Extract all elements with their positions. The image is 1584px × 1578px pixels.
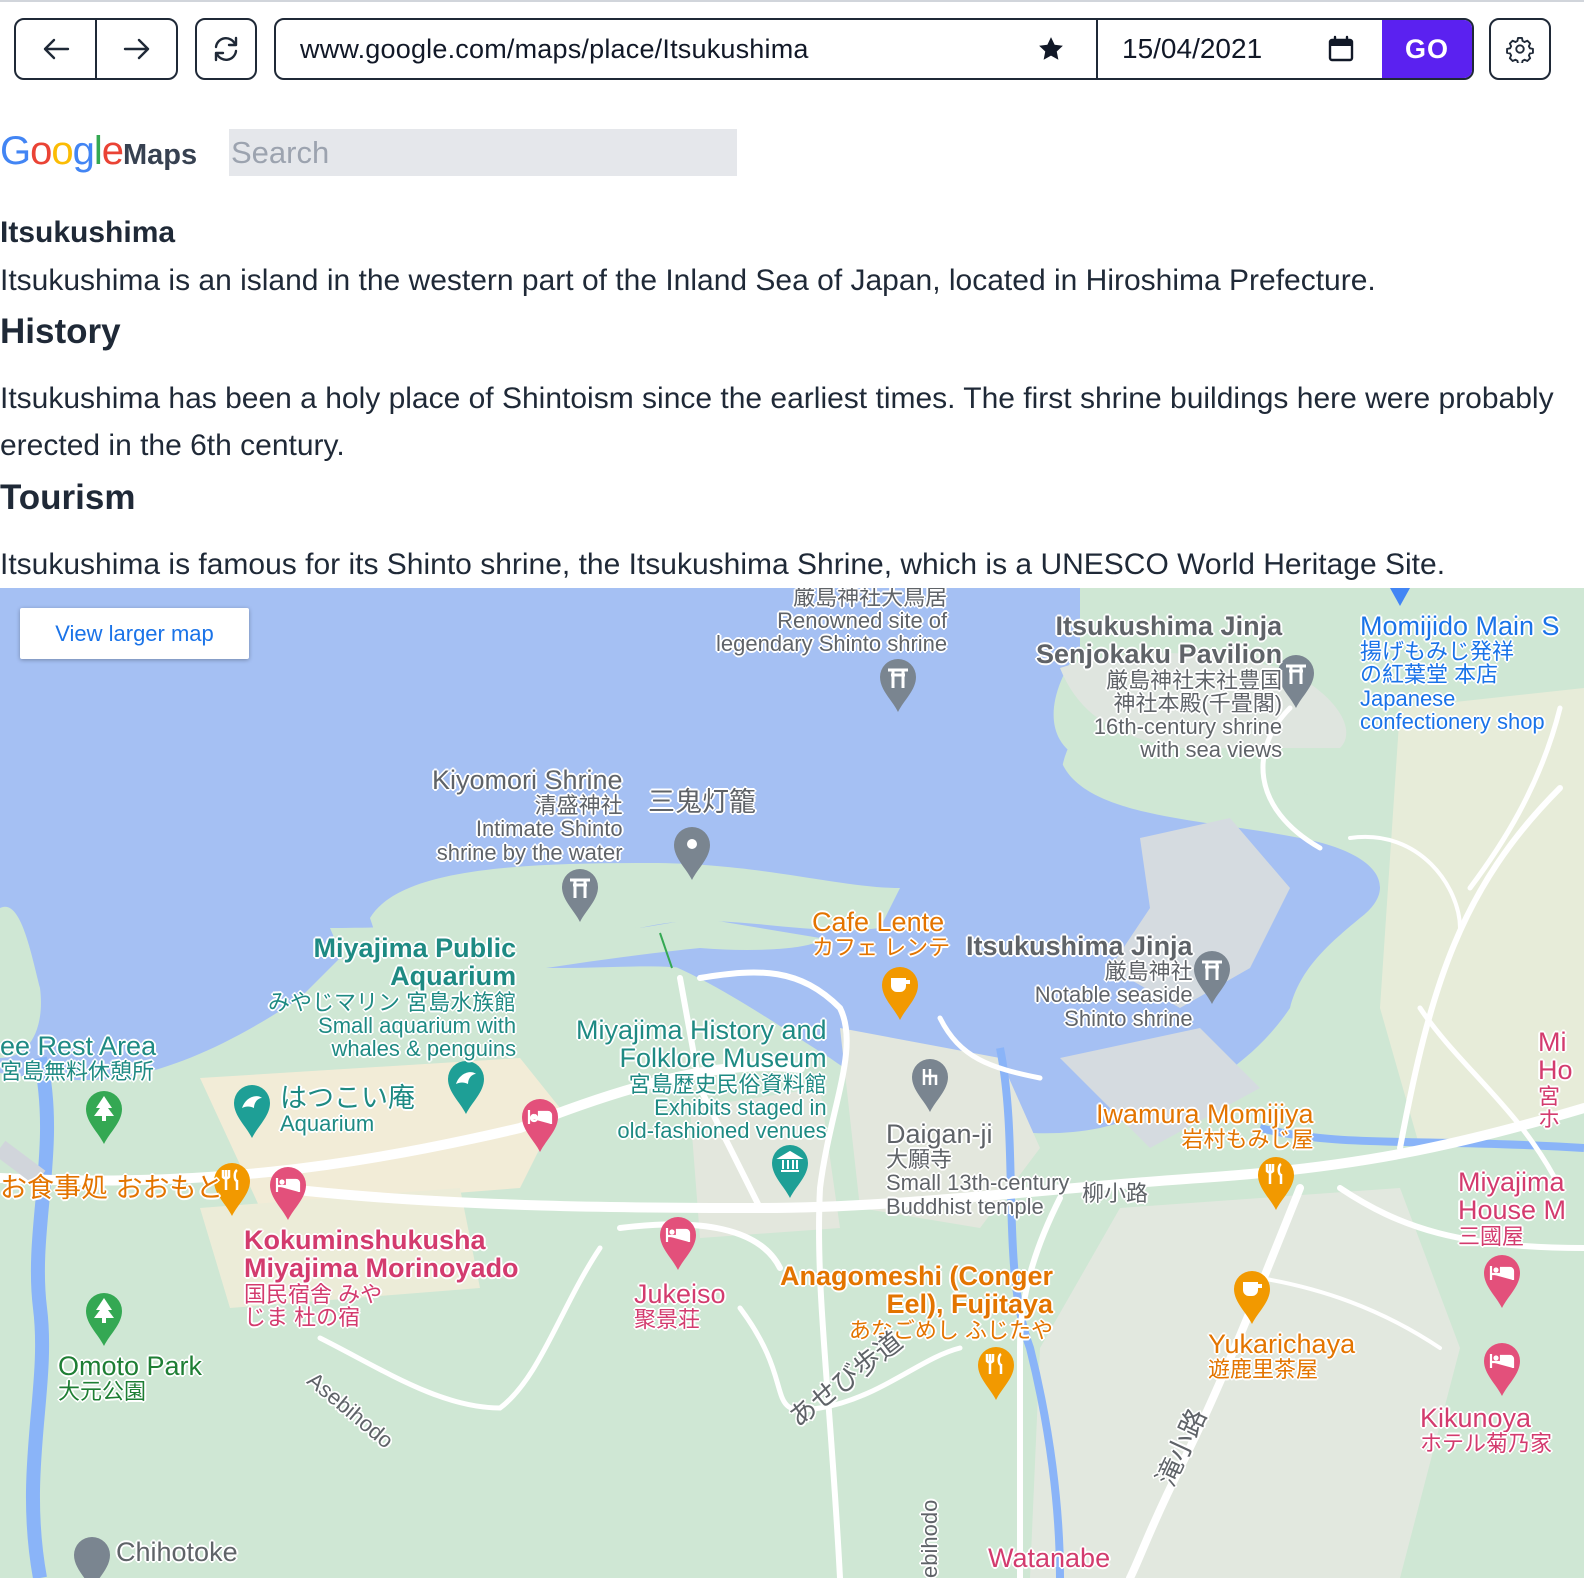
- kikunoya-pin-icon[interactable]: [1482, 1340, 1522, 1398]
- brand: Google Maps: [0, 126, 197, 176]
- hatsukoi-label[interactable]: はつこい庵 Aquarium: [280, 1084, 415, 1136]
- arrow-left-icon: [43, 38, 69, 60]
- watanabe-label[interactable]: Watanabe: [988, 1544, 1110, 1573]
- kiyomori-label[interactable]: Kiyomori Shrine 清盛神社 Intimate Shinto shrine…: [432, 766, 623, 864]
- view-larger-map-button[interactable]: View larger map: [20, 608, 249, 659]
- iwamura-label[interactable]: Iwamura Momijiya 岩村もみじ屋: [1096, 1100, 1314, 1152]
- tourism-heading: Tourism: [0, 478, 136, 517]
- hotel-pin-icon[interactable]: [520, 1096, 560, 1154]
- itsukushima-jinja-pin-icon[interactable]: [1192, 948, 1232, 1006]
- itsukushima-jinja-label[interactable]: Itsukushima Jinja 厳島神社 Notable seaside Shin…: [966, 932, 1193, 1030]
- back-button[interactable]: [16, 20, 95, 78]
- fujitaya-restaurant-pin-icon[interactable]: [976, 1344, 1016, 1402]
- aquarium-label[interactable]: Miyajima Public Aquarium みやじマリン 宮島水族館 Small…: [268, 934, 516, 1060]
- ebihodo-road-label: ebihodo: [917, 1499, 942, 1578]
- gear-icon: [1506, 36, 1534, 63]
- history-buttons: [14, 18, 178, 80]
- miyajima-house-label[interactable]: Miyajima House M 三國屋: [1458, 1168, 1566, 1248]
- history-heading: History: [0, 312, 121, 351]
- place-intro: Itsukushima is an island in the western …: [0, 264, 1376, 297]
- nav-arrow-icon: [1390, 588, 1410, 606]
- lodging-pin-icon[interactable]: [268, 1164, 308, 1222]
- maps-label: Maps: [123, 138, 198, 171]
- date-input[interactable]: 15/04/2021: [1096, 20, 1382, 78]
- yukarichaya-label[interactable]: Yukarichaya 遊鹿里茶屋: [1208, 1330, 1355, 1382]
- browser-toolbar: www.google.com/maps/place/Itsukushima 15…: [0, 0, 1584, 100]
- arrow-right-icon: [123, 38, 149, 60]
- star-icon: [1039, 37, 1063, 60]
- kokuminshukusha-label[interactable]: Kokuminshukusha Miyajima Morinoyado 国民宿舎 み…: [244, 1226, 519, 1329]
- map-embed[interactable]: View larger map 厳島神社大鳥居 Renowned site of l…: [0, 588, 1584, 1578]
- museum-label[interactable]: Miyajima History and Folklore Museum 宮島歴史民…: [576, 1016, 827, 1142]
- cafe-pin-icon[interactable]: [880, 964, 920, 1022]
- jukeiso-pin-icon[interactable]: [658, 1214, 698, 1272]
- daiganji-label[interactable]: Daigan-ji 大願寺 Small 13th-century Buddhist t…: [886, 1120, 1069, 1218]
- chihotoke-label[interactable]: Chihotoke: [116, 1538, 238, 1567]
- reload-button[interactable]: [195, 18, 257, 80]
- kiyomori-shrine-pin-icon[interactable]: [560, 866, 600, 924]
- temple-pin-icon[interactable]: [910, 1056, 950, 1114]
- jukeiso-label[interactable]: Jukeiso 聚景荘: [634, 1280, 726, 1332]
- park-pin-icon[interactable]: [84, 1088, 124, 1146]
- omoto-park-pin-icon[interactable]: [84, 1290, 124, 1348]
- reload-icon: [214, 36, 238, 62]
- forward-button[interactable]: [95, 20, 176, 78]
- go-button[interactable]: GO: [1382, 20, 1472, 78]
- google-logo[interactable]: Google: [0, 131, 124, 171]
- history-text: Itsukushima has been a holy place of Shi…: [0, 382, 1554, 462]
- torii-gate-icon[interactable]: [878, 656, 918, 714]
- miyajima-house-pin-icon[interactable]: [1482, 1252, 1522, 1310]
- chihotoke-pin-icon[interactable]: [72, 1534, 112, 1578]
- yukarichaya-cafe-pin-icon[interactable]: [1232, 1268, 1272, 1326]
- search-input[interactable]: [229, 129, 737, 176]
- omoto-park-label[interactable]: Omoto Park 大元公園: [58, 1352, 202, 1404]
- calendar-icon[interactable]: [1328, 35, 1354, 63]
- torii-label[interactable]: 厳島神社大鳥居 Renowned site of legendary Shinto …: [716, 588, 947, 655]
- aquarium-pin-icon[interactable]: [446, 1058, 486, 1116]
- mi-ho-label[interactable]: Mi Ho 宮ホ: [1538, 1028, 1573, 1131]
- url-input[interactable]: www.google.com/maps/place/Itsukushima: [276, 20, 1096, 78]
- location-pin-icon[interactable]: [672, 824, 712, 882]
- iwamura-restaurant-pin-icon[interactable]: [1256, 1154, 1296, 1212]
- oomoto-label[interactable]: お食事処 おおもと: [0, 1174, 223, 1203]
- date-value: 15/04/2021: [1122, 33, 1263, 64]
- rest-area-label[interactable]: ee Rest Area 宮島無料休憩所: [0, 1032, 156, 1084]
- tourism-text: Itsukushima is famous for its Shinto shr…: [0, 548, 1446, 581]
- anagomeshi-label[interactable]: Anagomeshi (Conger Eel), Fujitaya あなごめし ふじ…: [780, 1262, 1053, 1342]
- cafe-lente-label[interactable]: Cafe Lente カフェ レンテ: [812, 908, 950, 960]
- museum-pin-icon[interactable]: [770, 1142, 810, 1200]
- place-title: Itsukushima: [0, 216, 176, 249]
- yanagi-koji-label: 柳小路: [1082, 1181, 1149, 1206]
- dolphin-pin-icon[interactable]: [232, 1082, 272, 1140]
- sanki-lantern-label[interactable]: 三鬼灯籠: [648, 788, 756, 817]
- senjokaku-label[interactable]: Itsukushima Jinja Senjokaku Pavilion 厳島神社末…: [1036, 612, 1282, 761]
- kikunoya-label[interactable]: Kikunoya ホテル菊乃家: [1420, 1404, 1552, 1456]
- momijido-label[interactable]: Momijido Main S 揚げもみじ発祥 の紅葉堂 本店 Japanese con…: [1360, 612, 1560, 733]
- address-bar: www.google.com/maps/place/Itsukushima 15…: [274, 18, 1474, 80]
- settings-button[interactable]: [1489, 18, 1551, 80]
